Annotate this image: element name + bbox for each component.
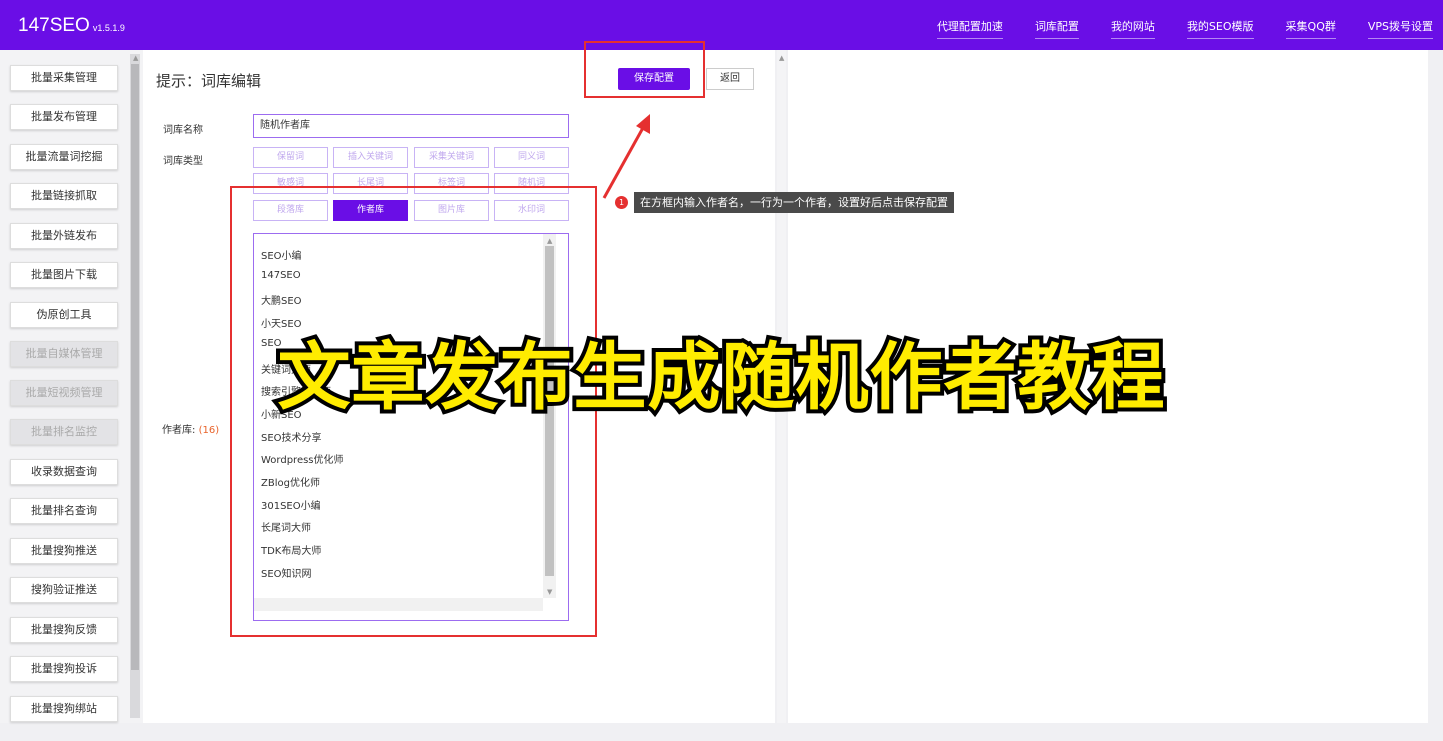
sidebar-item[interactable]: 批量流量词挖掘 bbox=[10, 144, 118, 170]
scroll-up-icon[interactable]: ▲ bbox=[133, 54, 138, 62]
sidebar-item[interactable]: 批量搜狗反馈 bbox=[10, 617, 118, 643]
type-option[interactable]: 采集关键词 bbox=[414, 147, 489, 168]
type-label: 词库类型 bbox=[163, 156, 203, 167]
sidebar-item[interactable]: 批量链接抓取 bbox=[10, 183, 118, 209]
pointer-arrow-icon bbox=[602, 114, 650, 199]
nav-wordlib-config[interactable]: 词库配置 bbox=[1034, 18, 1079, 39]
app-version: v1.5.1.9 bbox=[92, 23, 125, 33]
sidebar-item[interactable]: 批量排名查询 bbox=[10, 498, 118, 524]
highlight-save-box bbox=[584, 41, 705, 98]
sidebar-item[interactable]: 批量采集管理 bbox=[10, 65, 118, 91]
type-option[interactable]: 插入关键词 bbox=[333, 147, 408, 168]
sidebar-item[interactable]: 批量发布管理 bbox=[10, 104, 118, 130]
back-button[interactable]: 返回 bbox=[706, 68, 754, 90]
sidebar-item[interactable]: 批量搜狗推送 bbox=[10, 538, 118, 564]
sidebar-item[interactable]: 收录数据查询 bbox=[10, 459, 118, 485]
sidebar-item[interactable]: 批量图片下载 bbox=[10, 262, 118, 288]
app-brand: 147SEO v1.5.1.9 bbox=[18, 15, 125, 37]
scroll-up-icon[interactable]: ▲ bbox=[779, 54, 784, 62]
lib-label-text: 作者库: bbox=[162, 425, 196, 436]
nav-vps-settings[interactable]: VPS拨号设置 bbox=[1367, 18, 1433, 39]
top-nav: 代理配置加速 词库配置 我的网站 我的SEO模版 采集QQ群 VPS拨号设置 bbox=[905, 18, 1433, 39]
type-option[interactable]: 同义词 bbox=[494, 147, 569, 168]
overlay-title: 文章发布生成随机作者教程 bbox=[274, 331, 1169, 424]
page-title: 提示：词库编辑 bbox=[156, 72, 262, 90]
wordlib-name-input[interactable]: 随机作者库 bbox=[253, 114, 569, 138]
sidebar-item[interactable]: 批量搜狗投诉 bbox=[10, 656, 118, 682]
nav-qq-group[interactable]: 采集QQ群 bbox=[1285, 18, 1336, 39]
brand-name: 147SEO bbox=[18, 15, 90, 36]
nav-proxy-config[interactable]: 代理配置加速 bbox=[936, 18, 1003, 39]
sidebar-item[interactable]: 批量外链发布 bbox=[10, 223, 118, 249]
type-option[interactable]: 保留词 bbox=[253, 147, 328, 168]
nav-my-sites[interactable]: 我的网站 bbox=[1110, 18, 1155, 39]
name-label: 词库名称 bbox=[163, 125, 203, 136]
sidebar-item[interactable]: 搜狗验证推送 bbox=[10, 577, 118, 603]
nav-seo-templates[interactable]: 我的SEO模版 bbox=[1186, 18, 1254, 39]
top-bar: 147SEO v1.5.1.9 代理配置加速 词库配置 我的网站 我的SEO模版 … bbox=[0, 0, 1443, 50]
step-badge: 1 bbox=[615, 196, 628, 209]
lib-count: (16) bbox=[198, 425, 220, 436]
sidebar-item[interactable]: 批量搜狗绑站 bbox=[10, 696, 118, 722]
instruction-tooltip: 在方框内输入作者名，一行为一个作者，设置好后点击保存配置 bbox=[634, 192, 954, 213]
